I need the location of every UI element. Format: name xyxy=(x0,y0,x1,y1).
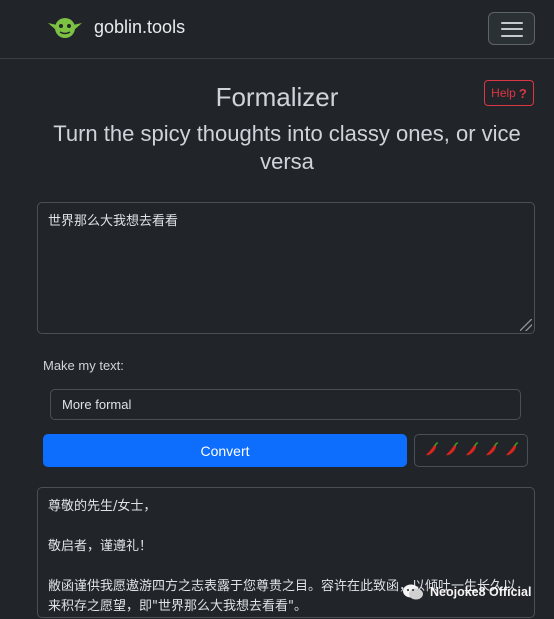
hamburger-icon xyxy=(501,22,523,24)
help-label: Help xyxy=(491,86,516,100)
resize-handle-icon[interactable] xyxy=(520,319,532,331)
output-line: 敬启者，谨遵礼！ xyxy=(48,539,153,554)
wechat-icon xyxy=(403,584,423,600)
chili-pepper-icon[interactable] xyxy=(443,442,460,459)
chili-pepper-icon[interactable] xyxy=(483,442,500,459)
help-button[interactable]: Help ? xyxy=(484,80,534,106)
input-textarea[interactable]: 世界那么大我想去看看 xyxy=(37,202,535,334)
output-line: 尊敬的先生/女士， xyxy=(48,499,157,514)
goblin-logo-icon xyxy=(48,18,82,38)
page-subtitle: Turn the spicy thoughts into classy ones… xyxy=(53,121,521,174)
watermark-text: Neojoke8 Official xyxy=(430,585,532,599)
input-text: 世界那么大我想去看看 xyxy=(48,214,179,229)
page-title: Formalizer xyxy=(215,82,339,112)
navbar: goblin.tools xyxy=(0,0,554,59)
spiciness-selector[interactable] xyxy=(414,434,528,467)
convert-button[interactable]: Convert xyxy=(43,434,407,467)
brand-link[interactable]: goblin.tools xyxy=(46,12,185,42)
question-icon: ? xyxy=(518,85,527,101)
menu-toggle-button[interactable] xyxy=(488,12,535,45)
chili-pepper-icon[interactable] xyxy=(503,442,520,459)
mode-select[interactable]: More formal xyxy=(50,389,521,420)
watermark: Neojoke8 Official xyxy=(402,583,531,601)
chili-pepper-icon[interactable] xyxy=(463,442,480,459)
brand-name: goblin.tools xyxy=(94,16,186,37)
chili-pepper-icon[interactable] xyxy=(423,442,440,459)
mode-label: Make my text: xyxy=(43,358,124,373)
